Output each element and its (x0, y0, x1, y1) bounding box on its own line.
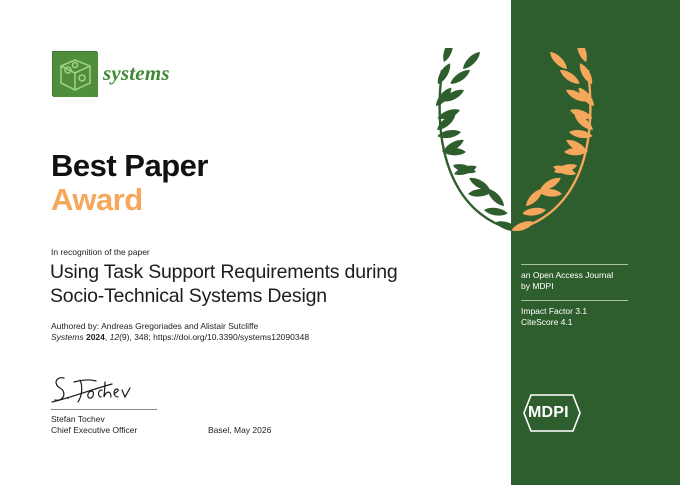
award-title-line2: Award (51, 182, 143, 217)
recognition-text: In recognition of the paper (51, 247, 150, 257)
citation-year: 2024 (85, 332, 105, 342)
open-access-line1: an Open Access Journal (521, 270, 614, 280)
journal-logo: systems (52, 51, 170, 97)
citation-line: Systems 2024, 12(9), 348; https://doi.or… (51, 332, 309, 342)
paper-title-line2: Socio-Technical Systems Design (50, 285, 327, 307)
authors-line: Authored by: Andreas Gregoriades and Ali… (51, 321, 259, 331)
laurel-wreath-icon (410, 38, 620, 243)
impact-factor: Impact Factor 3.1 (521, 306, 588, 316)
signatory-title: Chief Executive Officer (51, 425, 138, 435)
signatory-name: Stefan Tochev (51, 414, 105, 424)
puzzle-cube-logo-icon (52, 51, 98, 97)
cite-score: CiteScore 4.1 (521, 317, 573, 327)
journal-name: systems (103, 61, 170, 85)
open-access-line2: by MDPI (521, 281, 554, 291)
paper-title-line1: Using Task Support Requirements during (50, 261, 398, 283)
award-title-line1: Best Paper (51, 148, 208, 183)
place-date: Basel, May 2026 (208, 425, 272, 435)
signature (50, 372, 140, 413)
certificate: systems Best Paper Award In recognition … (0, 0, 680, 485)
citation-issue-pages: (9), 348; https://doi.org/10.3390/system… (119, 332, 310, 342)
mdpi-logo-text: MDPI (528, 404, 569, 421)
citation-volume: 12 (109, 332, 120, 342)
signature-line (51, 409, 157, 410)
citation-journal: Systems (51, 332, 84, 342)
mdpi-logo: MDPI (521, 394, 581, 432)
sidebar-divider-top (521, 264, 628, 265)
sidebar-divider-bottom (521, 300, 628, 301)
